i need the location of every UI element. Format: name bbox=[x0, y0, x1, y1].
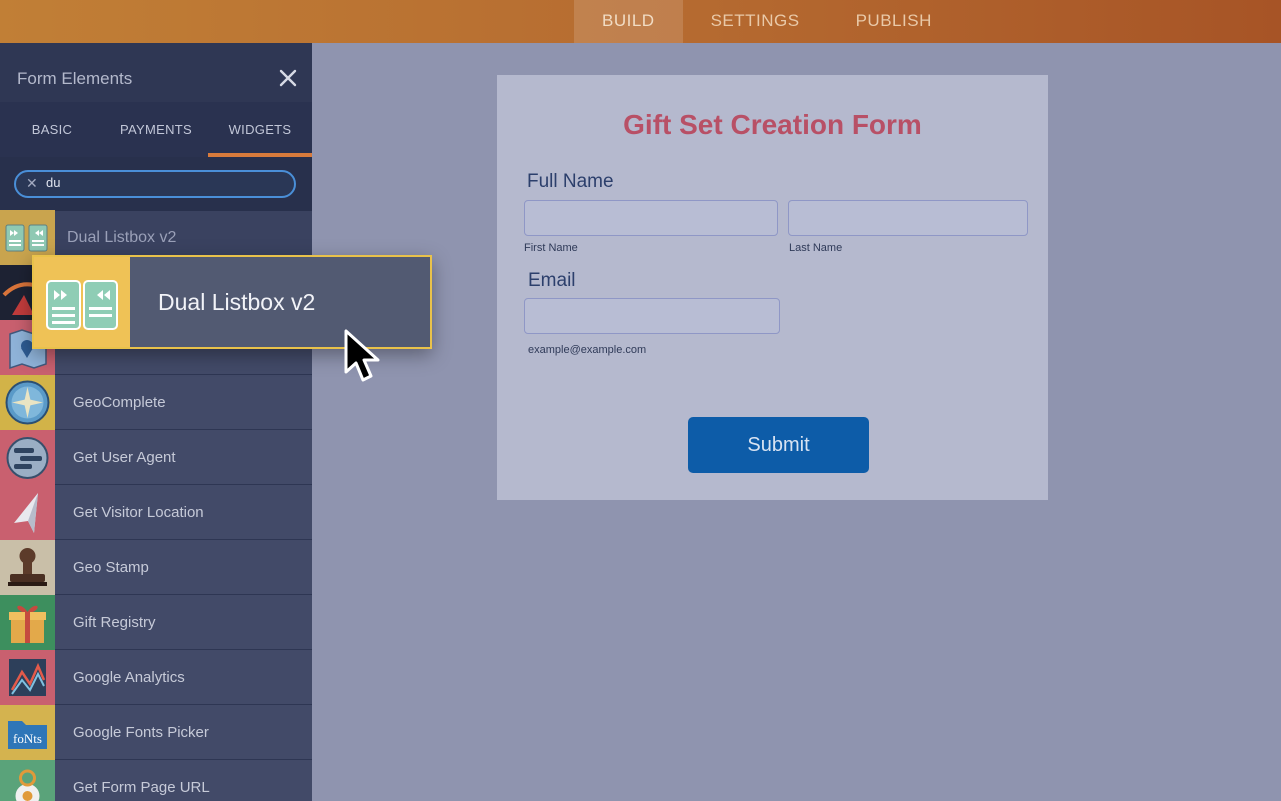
tab-basic[interactable]: BASIC bbox=[0, 102, 104, 157]
list-item-label: Get User Agent bbox=[73, 448, 176, 466]
tab-publish[interactable]: PUBLISH bbox=[828, 0, 960, 43]
tab-build[interactable]: BUILD bbox=[574, 0, 683, 43]
analytics-icon bbox=[0, 649, 55, 705]
list-item-label: Get Visitor Location bbox=[73, 503, 204, 521]
tab-payments[interactable]: PAYMENTS bbox=[104, 102, 208, 157]
list-item-label: Google Analytics bbox=[73, 668, 185, 686]
tab-settings[interactable]: SETTINGS bbox=[683, 0, 828, 43]
list-item[interactable]: Google Analytics bbox=[0, 649, 312, 705]
search-bar: ✕ bbox=[0, 157, 312, 211]
first-name-sublabel: First Name bbox=[524, 242, 578, 254]
email-label[interactable]: Email bbox=[528, 270, 576, 292]
sidebar-header: Form Elements bbox=[0, 43, 312, 102]
search-box[interactable]: ✕ bbox=[14, 170, 296, 198]
email-field[interactable] bbox=[524, 298, 780, 334]
form-title[interactable]: Gift Set Creation Form bbox=[497, 109, 1048, 141]
gift-icon bbox=[0, 594, 55, 650]
form-elements-sidebar: Form Elements BASIC PAYMENTS WIDGETS ✕ d… bbox=[0, 43, 312, 801]
fonts-folder-icon: foNts bbox=[0, 704, 55, 760]
svg-text:foNts: foNts bbox=[13, 731, 42, 746]
list-item[interactable]: Gift Registry bbox=[0, 594, 312, 650]
list-item-label: Gift Registry bbox=[73, 613, 156, 631]
list-item[interactable]: foNts Google Fonts Picker bbox=[0, 704, 312, 760]
email-sublabel: example@example.com bbox=[528, 344, 647, 356]
submit-button[interactable]: Submit bbox=[688, 417, 869, 473]
top-nav: BUILD SETTINGS PUBLISH bbox=[574, 0, 960, 43]
clear-icon[interactable]: ✕ bbox=[26, 175, 38, 192]
list-item[interactable]: Get Form Page URL bbox=[0, 759, 312, 801]
stamp-icon bbox=[0, 539, 55, 595]
first-name-field[interactable] bbox=[524, 200, 778, 236]
list-item[interactable]: Get Visitor Location bbox=[0, 484, 312, 540]
list-item-label: Get Form Page URL bbox=[73, 778, 210, 796]
sidebar-title: Form Elements bbox=[17, 69, 133, 88]
list-item[interactable]: GeoComplete bbox=[0, 374, 312, 430]
list-item-label: Dual Listbox v2 bbox=[67, 228, 177, 246]
compass-icon bbox=[0, 374, 55, 430]
list-item-label: GeoComplete bbox=[73, 393, 166, 411]
top-bar: BUILD SETTINGS PUBLISH bbox=[0, 0, 1281, 43]
cursor-arrow-icon bbox=[343, 328, 389, 386]
close-icon[interactable] bbox=[276, 67, 300, 91]
list-item[interactable]: Geo Stamp bbox=[0, 539, 312, 595]
form-card: Gift Set Creation Form Full Name First N… bbox=[497, 75, 1048, 500]
location-arrow-icon bbox=[0, 484, 55, 540]
tab-widgets[interactable]: WIDGETS bbox=[208, 102, 312, 157]
list-item-label: Google Fonts Picker bbox=[73, 723, 209, 741]
user-agent-icon bbox=[0, 429, 55, 485]
search-input[interactable] bbox=[46, 175, 276, 190]
list-item[interactable]: Get User Agent bbox=[0, 429, 312, 485]
dual-listbox-icon bbox=[34, 257, 130, 347]
last-name-sublabel: Last Name bbox=[789, 242, 843, 254]
sidebar-tabs: BASIC PAYMENTS WIDGETS bbox=[0, 102, 312, 157]
full-name-label[interactable]: Full Name bbox=[527, 171, 614, 193]
url-pin-icon bbox=[0, 759, 55, 801]
list-item-label: Geo Stamp bbox=[73, 558, 149, 576]
last-name-field[interactable] bbox=[788, 200, 1028, 236]
